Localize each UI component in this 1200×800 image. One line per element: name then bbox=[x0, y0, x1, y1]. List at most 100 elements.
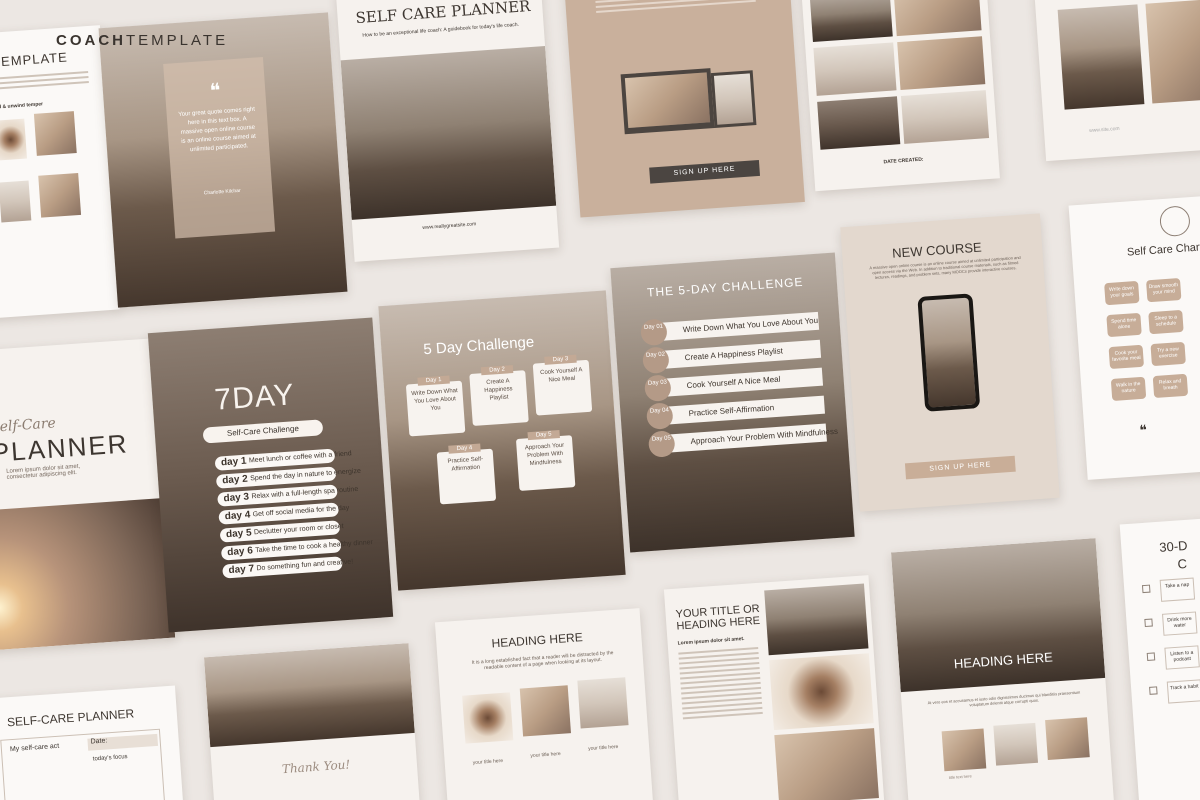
photo-captions: your title here your title here your title… bbox=[435, 608, 640, 766]
text-lines bbox=[0, 71, 89, 93]
challenge-row: Day 02 Create A Happiness Playlist bbox=[641, 339, 822, 375]
challenge-row: Day 01 Write Down What You Love About You bbox=[640, 311, 820, 347]
card-day: Day 5 bbox=[527, 429, 560, 441]
laptop-icon bbox=[620, 68, 715, 135]
page-title: THE 5-DAY CHALLENGE bbox=[646, 274, 804, 300]
day-badge: Day 03 bbox=[643, 374, 672, 403]
photo bbox=[33, 111, 77, 156]
table-header-col1: My self-care act bbox=[9, 742, 60, 754]
thank-you-text: Thank You! bbox=[281, 757, 351, 777]
table-subheader: today's focus bbox=[92, 754, 128, 763]
challenge-card: Day 5 Approach Your Problem With Mindfuln… bbox=[515, 429, 576, 491]
row-text: Practice Self-Affirmation bbox=[688, 403, 775, 419]
line-art-icon bbox=[1158, 205, 1191, 238]
habit-list: Take a nap Drink more water Listen to a po… bbox=[1120, 516, 1200, 704]
photo bbox=[462, 692, 514, 744]
page-thirty-day: 30-D C Take a nap Drink more water Listen … bbox=[1119, 516, 1200, 800]
day-label: day 1 bbox=[220, 455, 247, 469]
day-text: Do something fun and creative! bbox=[256, 558, 354, 573]
photo bbox=[38, 172, 82, 218]
row-text: Write Down What You Love About You bbox=[682, 315, 819, 335]
signup-button[interactable]: SIGN UP HERE bbox=[649, 159, 761, 184]
row-text: Create A Happiness Playlist bbox=[684, 346, 784, 363]
day-text: Relax with a full-length spa routine bbox=[251, 485, 359, 501]
text-lines bbox=[678, 647, 763, 722]
hero-photo bbox=[891, 538, 1106, 693]
photo bbox=[897, 36, 986, 91]
photo bbox=[813, 42, 897, 96]
chart-bubble: Cook your favorite meal bbox=[1108, 344, 1145, 370]
chart-bubble: Sleep to a schedule bbox=[1148, 309, 1184, 335]
habit-item: Track a habit bbox=[1166, 679, 1200, 704]
challenge-row: Day 03 Cook Yourself A Nice Meal bbox=[643, 367, 824, 403]
signup-button[interactable]: SIGN UP HERE bbox=[904, 455, 1016, 480]
chart-bubbles: Write down your goals Draw smooth your mi… bbox=[1069, 195, 1200, 401]
page-quote: ❝ Your great quote comes right here in t… bbox=[98, 12, 348, 308]
page-title: 30-D bbox=[1158, 537, 1189, 555]
day-text: Take the time to cook a healthy dinner bbox=[255, 539, 374, 555]
photo bbox=[1145, 0, 1200, 104]
page-thank-you: Thank You! bbox=[203, 643, 422, 800]
day-label: day 7 bbox=[228, 563, 255, 577]
day-badge: Day 05 bbox=[647, 430, 676, 458]
challenge-rows: Day 01 Write Down What You Love About You… bbox=[610, 252, 838, 458]
photo bbox=[809, 0, 893, 43]
page-title: YOUR TITLE OR HEADING HERE bbox=[675, 602, 761, 633]
checkbox[interactable] bbox=[1146, 652, 1156, 661]
hero-photo bbox=[0, 497, 176, 652]
card-day: Day 2 bbox=[480, 365, 514, 376]
photo bbox=[1057, 4, 1145, 110]
day-text: Meet lunch or coffee with a friend bbox=[248, 450, 352, 465]
chart-bubble: Walk in the nature bbox=[1110, 376, 1147, 401]
chart-bubble: Try a new exercise bbox=[1150, 341, 1186, 367]
body-text: At vero eos et accusamus et iusto odio d… bbox=[927, 689, 1081, 708]
day-label: day 6 bbox=[226, 545, 254, 559]
challenge-cards: Day 1 Write Down What You Love About You D… bbox=[378, 290, 605, 505]
card-day: Day 1 bbox=[417, 375, 450, 386]
page-right-top: www.site.com bbox=[1034, 0, 1200, 162]
script-title: Self-Care bbox=[0, 415, 57, 436]
page-bottom-planner: SELF-CARE PLANNER My self-care act Date:… bbox=[0, 685, 185, 800]
photo bbox=[941, 728, 987, 772]
page-title: TEMPLATE bbox=[0, 49, 69, 70]
page-five-day: 5 Day Challenge Day 1 Write Down What You… bbox=[378, 290, 626, 591]
quote-text: Your great quote comes right here in thi… bbox=[178, 106, 257, 154]
photo bbox=[993, 722, 1039, 766]
card-day: Day 4 bbox=[448, 443, 481, 454]
photo-caption: your title here bbox=[530, 750, 561, 760]
text-lines bbox=[595, 0, 756, 16]
photo bbox=[764, 583, 869, 656]
checklist-heading: ed & unwind temper bbox=[0, 101, 44, 111]
hero-photo bbox=[203, 643, 415, 748]
day-badge: Day 02 bbox=[641, 346, 670, 375]
phone-mockup bbox=[917, 293, 981, 412]
page-subtitle: Self-Care Challenge bbox=[202, 419, 324, 444]
body-text: A massive open online course is an onlin… bbox=[869, 254, 1021, 281]
page-self-care-top: SELF CARE PLANNER How to be an exception… bbox=[335, 0, 560, 262]
checkbox[interactable] bbox=[1141, 584, 1151, 594]
habit-item: Take a nap bbox=[1159, 577, 1196, 602]
page-title: 7DAY bbox=[213, 378, 296, 417]
checkbox[interactable] bbox=[1144, 618, 1153, 628]
card-text: Practice Self-Affirmation bbox=[447, 456, 484, 473]
photo bbox=[900, 90, 990, 144]
card-text: Write Down What You Love About You bbox=[411, 387, 458, 412]
photo-caption: your title here bbox=[472, 757, 504, 767]
day-badge: Day 04 bbox=[645, 402, 674, 430]
checkbox[interactable] bbox=[1149, 686, 1158, 695]
day-label: day 2 bbox=[221, 473, 249, 487]
page-your-title: YOUR TITLE OR HEADING HERE Lorem ipsum d… bbox=[663, 575, 886, 800]
card-text: Create A Happiness Playlist bbox=[484, 378, 513, 402]
challenge-list: day 1 Meet lunch or coffee with a friend d… bbox=[148, 318, 373, 579]
page-photo-collage: DATE CREATED: bbox=[801, 0, 1000, 192]
site-url: www.reallygreatsite.com bbox=[422, 221, 477, 232]
challenge-day-row: day 7 Do something fun and creative! bbox=[222, 556, 353, 579]
row-text: Cook Yourself A Nice Meal bbox=[686, 374, 781, 391]
date-created-label: DATE CREATED: bbox=[883, 156, 924, 166]
body-text: It is a long established fact that a rea… bbox=[471, 650, 614, 672]
page-seven-day: 7DAY Self-Care Challenge day 1 Meet lunch… bbox=[147, 317, 394, 633]
day-text: Declutter your room or closet bbox=[253, 523, 344, 537]
page-title-letter: C bbox=[1177, 555, 1188, 572]
photo bbox=[519, 685, 571, 737]
photo bbox=[1045, 717, 1090, 761]
